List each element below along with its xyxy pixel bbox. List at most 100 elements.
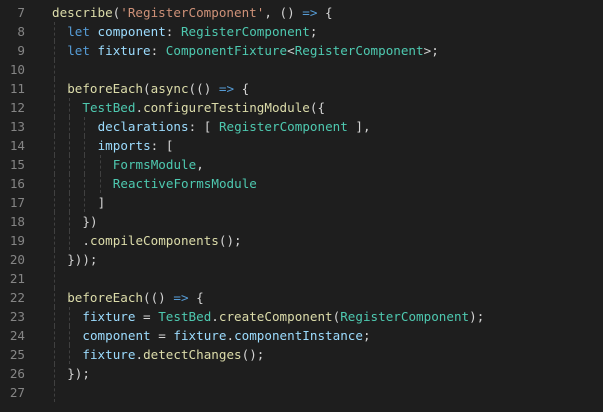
line-number: 15 xyxy=(9,157,25,172)
line-code: let fixture: ComponentFixture<RegisterCo… xyxy=(67,41,439,60)
indent-guide xyxy=(54,60,55,79)
code-line[interactable]: 25 fixture.detectChanges(); xyxy=(0,345,603,364)
code-line[interactable]: 24 component = fixture.componentInstance; xyxy=(0,326,603,345)
code-line[interactable]: 14 imports: [ xyxy=(0,136,603,155)
code-token: . xyxy=(226,328,235,343)
code-line[interactable]: 22 beforeEach(() => { xyxy=(0,288,603,307)
code-token: fixture xyxy=(173,328,227,343)
indent-guide xyxy=(54,22,55,41)
code-token: describe xyxy=(52,5,113,20)
code-line[interactable]: 17] xyxy=(0,193,603,212)
code-token: FormsModule xyxy=(112,157,197,172)
indent-guide xyxy=(54,364,55,383)
line-code: }); xyxy=(67,364,90,383)
line-number: 17 xyxy=(9,195,25,210)
code-token: fixture xyxy=(97,43,151,58)
code-token: : [ xyxy=(150,138,174,153)
code-token: => xyxy=(218,81,235,96)
line-code: declarations: [ RegisterComponent ], xyxy=(98,117,371,136)
code-line[interactable]: 21 xyxy=(0,269,603,288)
line-code: beforeEach(() => { xyxy=(67,288,204,307)
code-line[interactable]: 11 beforeEach(async(() => { xyxy=(0,79,603,98)
code-editor[interactable]: 7 describe('RegisterComponent', () => {8 l… xyxy=(0,0,603,412)
line-code: ] xyxy=(98,193,106,212)
code-token: TestBed xyxy=(158,309,212,324)
indent-guide xyxy=(69,326,71,345)
code-line[interactable]: 16 ReactiveFormsModule xyxy=(0,174,603,193)
line-number: 19 xyxy=(9,233,25,248)
indent-guide xyxy=(54,326,55,345)
code-line[interactable]: 13 declarations: [ RegisterComponent ], xyxy=(0,117,603,136)
code-token: (() xyxy=(188,81,219,96)
indent-guide xyxy=(69,174,71,193)
line-number: 9 xyxy=(17,43,25,58)
indent-guide xyxy=(54,250,55,269)
indent-guide xyxy=(84,155,86,174)
code-token: ( xyxy=(143,81,151,96)
code-token: ; xyxy=(309,24,318,39)
code-token: => xyxy=(173,290,189,305)
code-line[interactable]: 8 let component: RegisterComponent; xyxy=(0,22,603,41)
indent-guide xyxy=(84,193,86,212)
line-number: 25 xyxy=(9,347,25,362)
code-token: component xyxy=(82,328,151,343)
code-token: { xyxy=(317,5,333,20)
code-token: RegisterComponent xyxy=(218,119,348,134)
code-token: ); xyxy=(469,309,485,324)
code-line[interactable]: 15 FormsModule, xyxy=(0,155,603,174)
code-line[interactable]: 27 xyxy=(0,383,603,402)
code-token: . xyxy=(211,309,219,324)
code-token: createComponent xyxy=(218,309,333,324)
code-line[interactable]: 26}); xyxy=(0,364,603,383)
code-token: >; xyxy=(423,43,439,58)
indent-guide xyxy=(69,117,71,136)
indent-guide xyxy=(54,288,55,307)
code-line[interactable]: 20})); xyxy=(0,250,603,269)
code-line[interactable]: 12 TestBed.configureTestingModule({ xyxy=(0,98,603,117)
indent-guide xyxy=(54,174,55,193)
indent-guide xyxy=(99,174,101,193)
line-code: let component: RegisterComponent; xyxy=(67,22,317,41)
line-code: imports: [ xyxy=(98,136,174,155)
code-token: (); xyxy=(241,347,265,362)
indent-guide xyxy=(84,117,86,136)
code-token: ] xyxy=(97,195,106,210)
line-number: 22 xyxy=(9,290,25,305)
code-token: : xyxy=(150,43,166,58)
code-token: configureTestingModule xyxy=(143,100,310,115)
line-number: 16 xyxy=(9,176,25,191)
indent-guide xyxy=(54,117,55,136)
line-code: fixture = TestBed.createComponent(Regist… xyxy=(82,307,484,326)
code-line[interactable]: 9 let fixture: ComponentFixture<RegisterC… xyxy=(0,41,603,60)
code-token: ({ xyxy=(309,100,326,115)
indent-guide xyxy=(54,212,55,231)
code-line[interactable]: 19 .compileComponents(); xyxy=(0,231,603,250)
line-number: 10 xyxy=(9,62,25,77)
line-number: 11 xyxy=(9,81,25,96)
code-token: < xyxy=(287,43,295,58)
code-line[interactable]: 23 fixture = TestBed.createComponent(Regi… xyxy=(0,307,603,326)
code-token: fixture xyxy=(82,347,136,362)
code-token: = xyxy=(135,309,159,324)
code-token: async xyxy=(150,81,189,96)
line-number: 13 xyxy=(9,119,25,134)
code-line[interactable]: 10 xyxy=(0,60,603,79)
line-number: 27 xyxy=(9,385,25,400)
indent-guide xyxy=(69,231,71,250)
line-code: .compileComponents(); xyxy=(82,231,241,250)
line-code: component = fixture.componentInstance; xyxy=(82,326,370,345)
indent-guide xyxy=(54,136,55,155)
code-line[interactable]: 18}) xyxy=(0,212,603,231)
indent-guide xyxy=(69,212,71,231)
code-token: (); xyxy=(218,233,242,248)
indent-guide xyxy=(54,307,55,326)
code-token: . xyxy=(135,100,144,115)
line-number: 7 xyxy=(17,5,25,20)
indent-guide xyxy=(54,269,55,288)
code-line[interactable]: 7 describe('RegisterComponent', () => { xyxy=(0,3,603,22)
code-token: imports xyxy=(97,138,151,153)
code-token: { xyxy=(188,290,204,305)
code-token: , xyxy=(196,157,204,172)
